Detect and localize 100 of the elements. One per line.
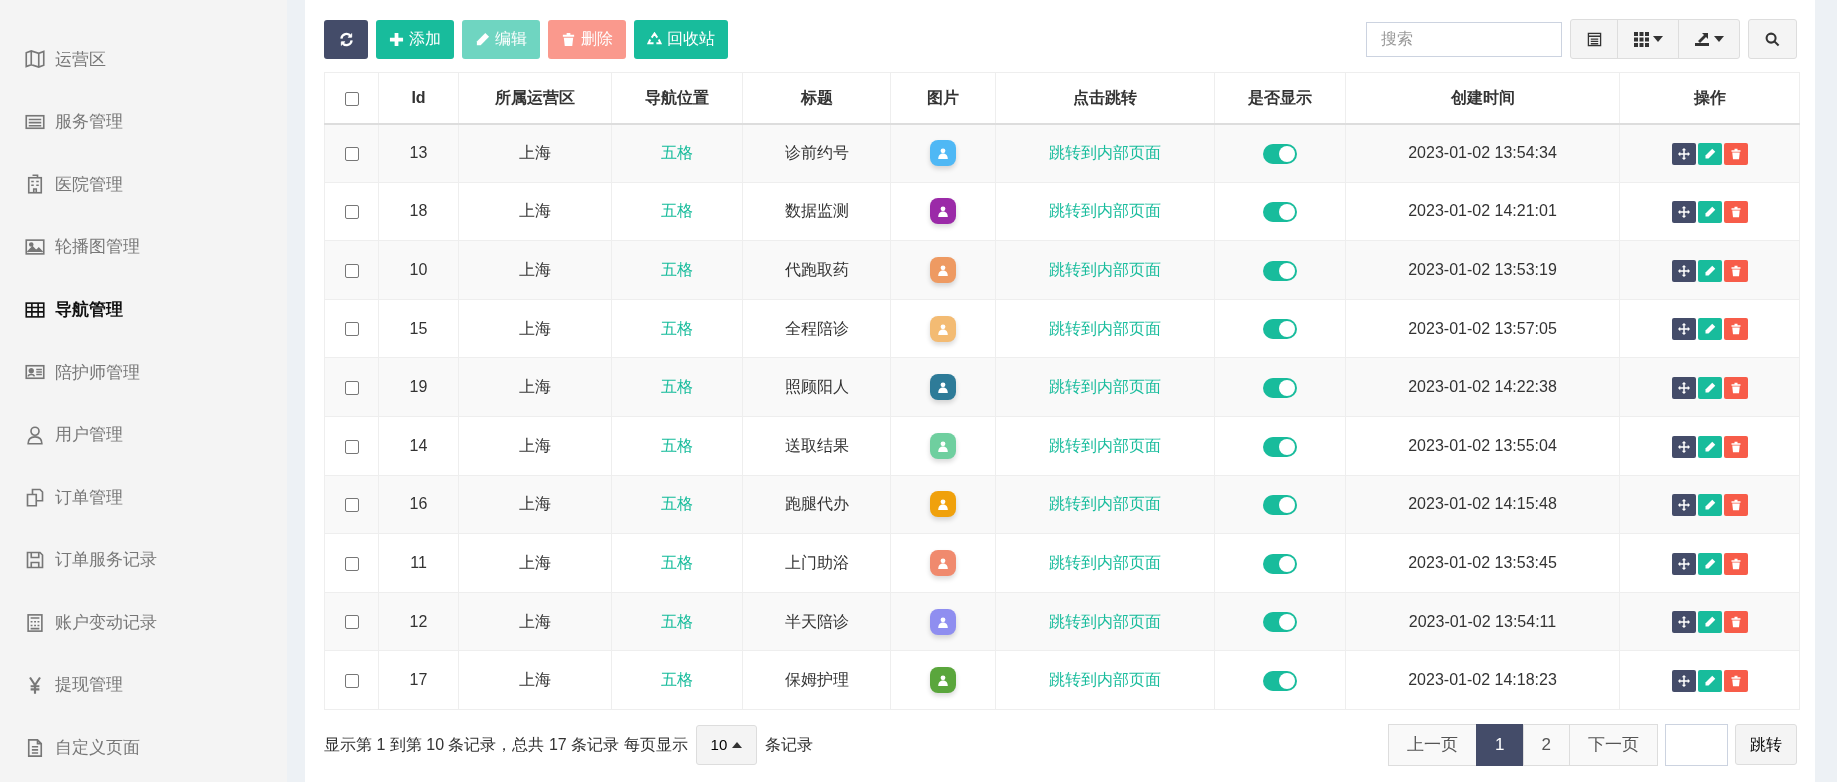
delete-button[interactable]	[1723, 142, 1748, 165]
pencil-icon	[1703, 674, 1716, 687]
row-checkbox[interactable]	[344, 673, 359, 688]
row-checkbox[interactable]	[344, 615, 359, 630]
row-checkbox[interactable]	[344, 146, 359, 161]
link-text[interactable]: 跳转到内部页面	[1049, 436, 1161, 454]
table-cell: 上海	[519, 671, 551, 689]
refresh-button[interactable]	[324, 19, 368, 59]
sidebar-item[interactable]: 提现管理	[0, 653, 287, 717]
list-view-button[interactable]	[1570, 19, 1618, 59]
table-cell: 19	[409, 378, 428, 396]
sidebar-item[interactable]: 用户管理	[0, 403, 287, 467]
row-checkbox[interactable]	[344, 263, 359, 278]
delete-button[interactable]	[1723, 259, 1748, 282]
move-button[interactable]	[1671, 494, 1696, 517]
table-cell: 16	[409, 495, 428, 513]
link-text[interactable]: 跳转到内部页面	[1049, 202, 1161, 220]
toggle-switch[interactable]	[1263, 670, 1297, 691]
toggle-switch[interactable]	[1263, 377, 1297, 398]
pencil-icon	[1703, 499, 1716, 512]
sidebar-item[interactable]: 订单管理	[0, 466, 287, 529]
table-cell: 12	[409, 612, 428, 630]
page-button[interactable]: 1	[1476, 723, 1524, 766]
row-checkbox[interactable]	[344, 322, 359, 337]
move-icon	[1677, 264, 1690, 277]
move-button[interactable]	[1671, 142, 1696, 165]
link-text[interactable]: 跳转到内部页面	[1049, 144, 1161, 162]
toggle-switch[interactable]	[1263, 553, 1297, 574]
page-button[interactable]: 2	[1522, 723, 1570, 766]
toggle-switch[interactable]	[1263, 260, 1297, 281]
row-checkbox[interactable]	[344, 498, 359, 513]
recycle-bin-button[interactable]: 回收站	[634, 19, 728, 59]
link-text[interactable]: 跳转到内部页面	[1049, 553, 1161, 571]
export-dropdown-button[interactable]	[1678, 19, 1740, 59]
link-text[interactable]: 跳转到内部页面	[1049, 612, 1161, 630]
column-header: 导航位置	[645, 88, 709, 106]
toggle-switch[interactable]	[1263, 319, 1297, 340]
link-text[interactable]: 跳转到内部页面	[1049, 261, 1161, 278]
toggle-switch[interactable]	[1263, 612, 1297, 633]
table-cell: 上海	[519, 495, 551, 513]
columns-dropdown-button[interactable]	[1617, 19, 1679, 59]
table-cell: 半天陪诊	[784, 612, 849, 630]
row-checkbox[interactable]	[344, 205, 359, 220]
sidebar-item[interactable]: 运营区	[0, 28, 287, 91]
sidebar-item[interactable]: 导航管理	[0, 278, 287, 341]
table-cell: 上海	[519, 612, 551, 630]
grid-icon	[1633, 31, 1649, 47]
link-text[interactable]: 跳转到内部页面	[1049, 378, 1161, 396]
jump-button[interactable]: 跳转	[1735, 724, 1797, 766]
link-text[interactable]: 跳转到内部页面	[1049, 671, 1161, 689]
sidebar-item[interactable]: 服务管理	[0, 90, 287, 154]
trash-icon	[1729, 440, 1742, 453]
move-button[interactable]	[1671, 611, 1696, 634]
table-cell: 跑腿代办	[784, 495, 849, 513]
search-field[interactable]: 搜索	[1366, 21, 1562, 57]
trash-icon	[1729, 264, 1742, 277]
move-button[interactable]	[1671, 318, 1696, 341]
move-button[interactable]	[1671, 376, 1696, 399]
move-button[interactable]	[1671, 435, 1696, 458]
delete-button[interactable]	[1723, 318, 1748, 341]
table-cell: 五格	[661, 319, 693, 337]
select-all-checkbox[interactable]	[344, 91, 359, 106]
sidebar-item[interactable]: 陪护师管理	[0, 340, 287, 404]
add-button[interactable]: 添加	[376, 19, 454, 59]
row-checkbox[interactable]	[344, 380, 359, 395]
delete-button[interactable]	[1723, 611, 1748, 634]
sidebar-item[interactable]: 账户变动记录	[0, 591, 287, 654]
page-button[interactable]: 上一页	[1388, 723, 1478, 766]
delete-button[interactable]	[1723, 435, 1748, 458]
table-cell: 送取结果	[784, 436, 849, 454]
move-button[interactable]	[1671, 669, 1696, 692]
table-cell: 五格	[661, 261, 693, 278]
row-checkbox[interactable]	[344, 439, 359, 454]
page-button[interactable]: 下一页	[1569, 723, 1658, 766]
table-cell: 五格	[661, 495, 693, 513]
page-size-dropdown[interactable]: 10	[695, 724, 758, 765]
page-number-field[interactable]	[1665, 723, 1728, 766]
toggle-switch[interactable]	[1263, 436, 1297, 457]
row-checkbox[interactable]	[344, 556, 359, 571]
sidebar-item[interactable]: 医院管理	[0, 153, 287, 216]
pencil-icon	[1703, 557, 1716, 570]
delete-button[interactable]	[1723, 376, 1748, 399]
search-button[interactable]	[1748, 19, 1797, 59]
move-button[interactable]	[1671, 552, 1696, 575]
link-text[interactable]: 跳转到内部页面	[1049, 495, 1161, 513]
move-button[interactable]	[1671, 259, 1696, 282]
delete-button[interactable]	[1723, 669, 1748, 692]
toggle-switch[interactable]	[1263, 202, 1297, 223]
sidebar-item[interactable]: 轮播图管理	[0, 215, 287, 279]
sidebar-item[interactable]: 订单服务记录	[0, 528, 287, 592]
delete-button[interactable]	[1723, 494, 1748, 517]
delete-button[interactable]	[1723, 552, 1748, 575]
link-text[interactable]: 跳转到内部页面	[1049, 319, 1161, 337]
toggle-switch[interactable]	[1263, 143, 1297, 164]
delete-button[interactable]	[1723, 201, 1748, 224]
move-button[interactable]	[1671, 201, 1696, 224]
toggle-switch[interactable]	[1263, 495, 1297, 516]
column-header: Id	[411, 88, 426, 106]
sidebar-item[interactable]: 自定义页面	[0, 716, 287, 780]
trash-icon	[1729, 147, 1742, 160]
